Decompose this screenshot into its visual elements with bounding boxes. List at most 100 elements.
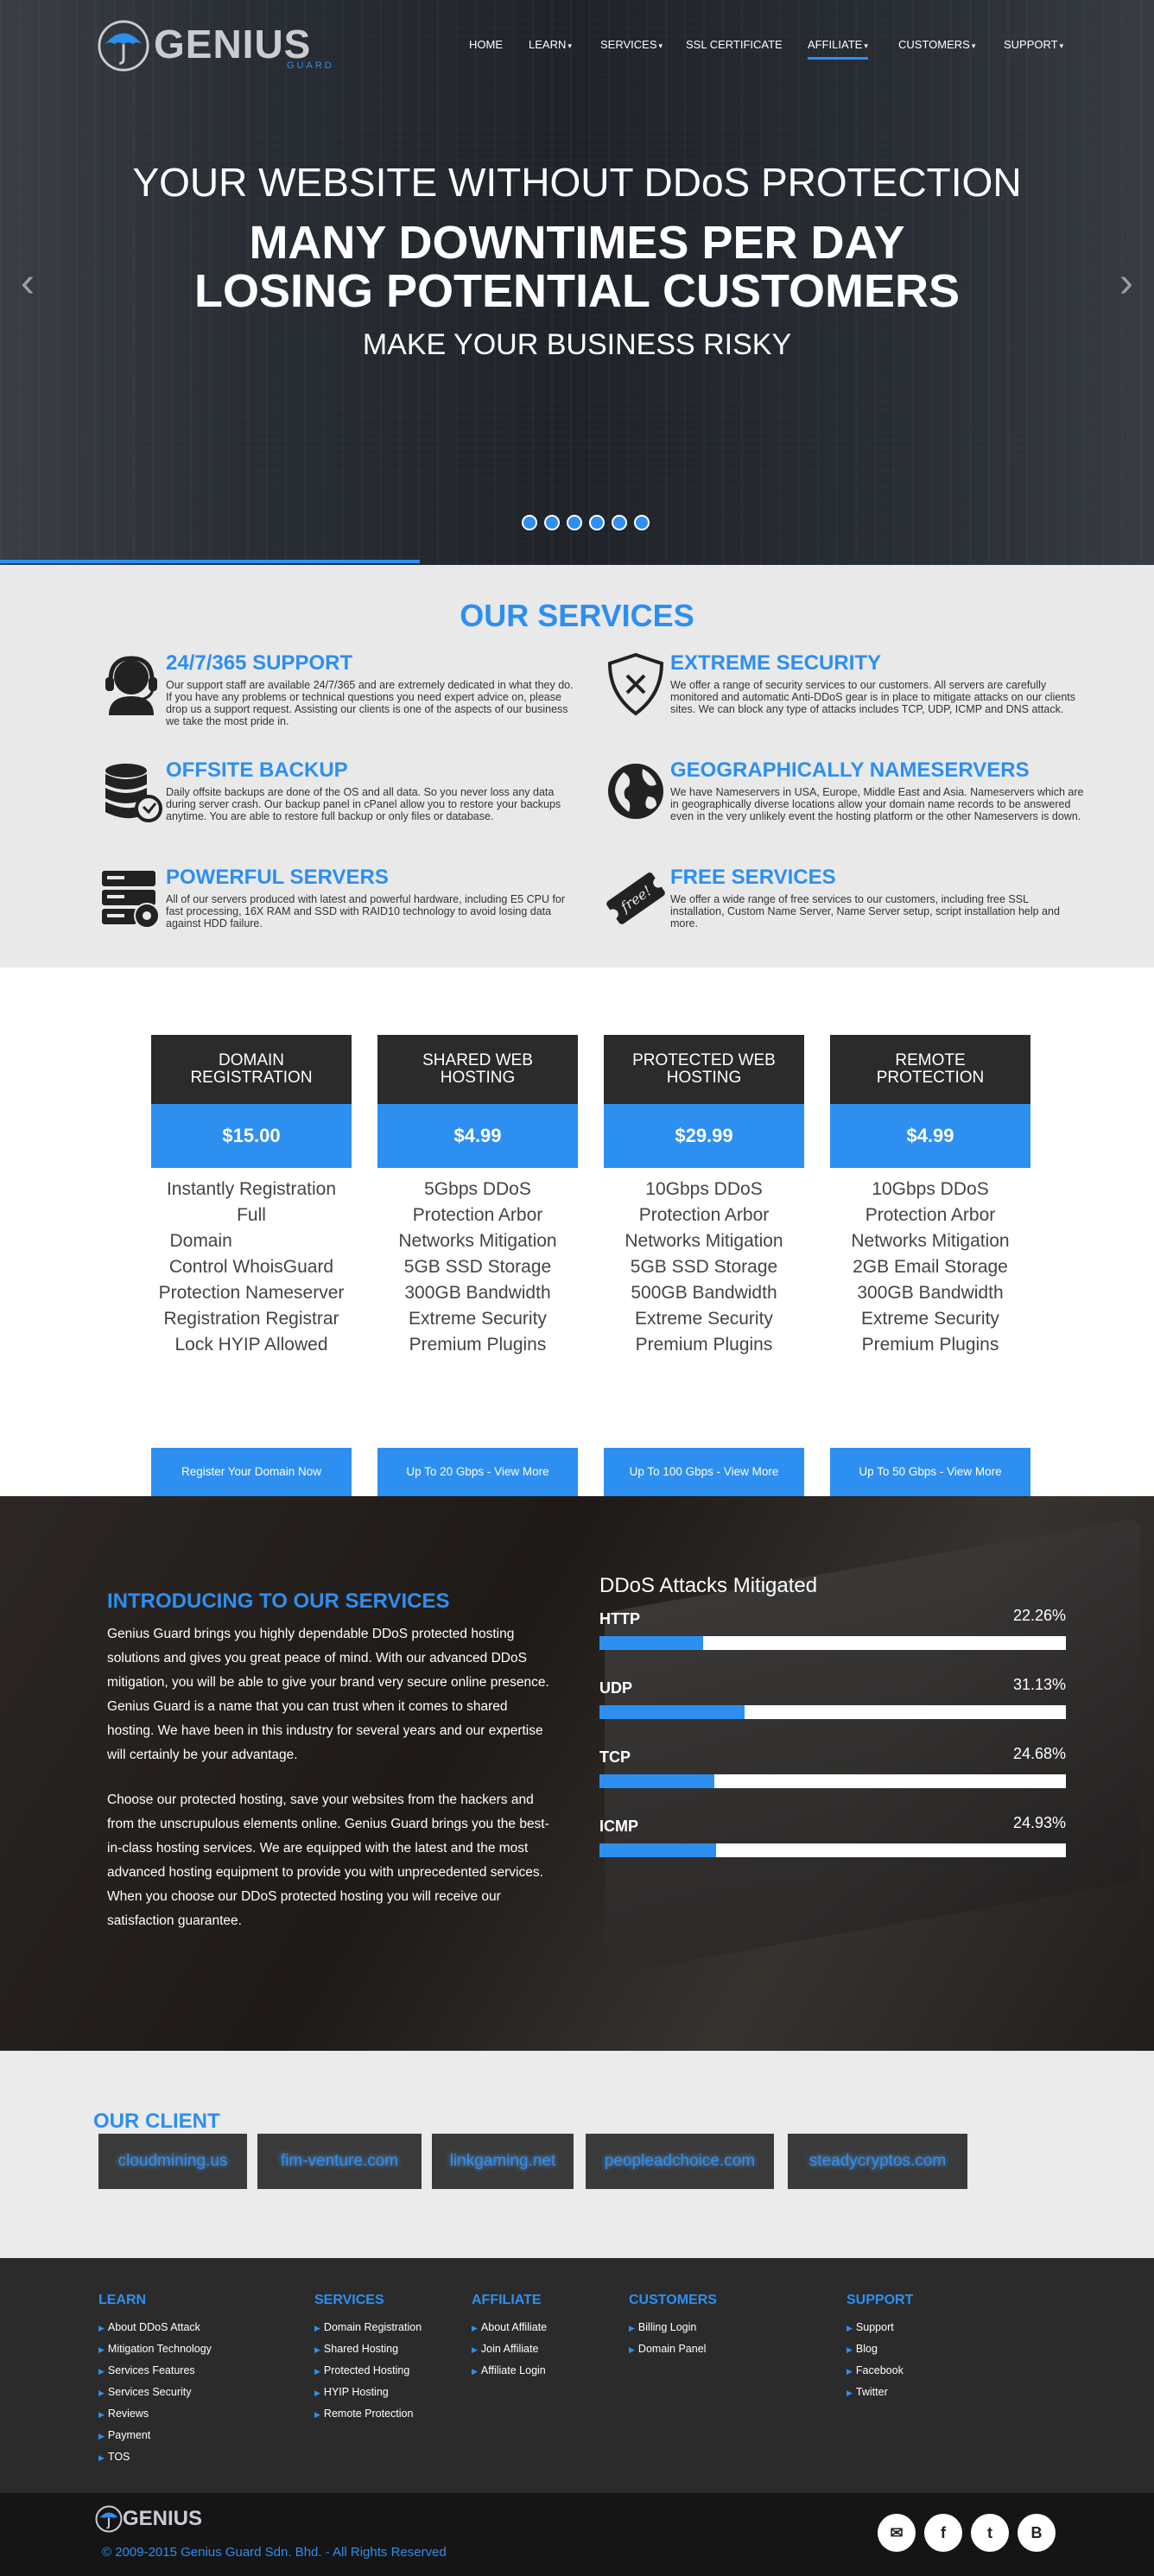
slider-dot[interactable] [612,515,627,530]
hero-title-line-2: LOSING POTENTIAL CUSTOMERS [193,265,961,317]
footer-link[interactable]: ▶ Join Affiliate [472,2338,547,2360]
plan-features: 10Gbps DDoS Protection Arbor Networks Mi… [851,1179,1010,1355]
plan-features: 5Gbps DDoS Protection Arbor Networks Mit… [398,1179,557,1355]
slider-dot[interactable] [634,515,650,530]
footer-link[interactable]: ▶ Remote Protection [314,2403,422,2425]
slider-pagination [522,515,660,532]
client-logo[interactable]: peopleadchoice.com [586,2134,774,2189]
footer-link[interactable]: ▶ Twitter [846,2382,913,2403]
service-description: All of our servers produced with latest … [166,893,566,930]
nav-home[interactable]: HOME [469,38,503,51]
footer-link[interactable]: ▶ Services Security [98,2382,212,2403]
slider-dot[interactable] [522,515,537,530]
footer-link[interactable]: ▶ Facebook [846,2360,913,2382]
bar-value-label: 22.26% [1012,1607,1066,1624]
bar-label: UDP [599,1679,633,1697]
footer-link[interactable]: ▶ Support [846,2317,913,2338]
client-logo[interactable]: cloudmining.us [98,2134,247,2189]
service-backup: OFFSITE BACKUP Daily offsite backups are… [98,758,582,853]
plan-name: DOMAIN REGISTRATION [151,1035,352,1104]
slider-dot[interactable] [544,515,560,530]
bar-track [599,1843,1066,1857]
footer-column-title: SERVICES [314,2293,384,2307]
bar-track [599,1774,1066,1788]
register-domain-button[interactable]: Register Your Domain Now [151,1448,352,1496]
service-title: GEOGRAPHICALLY NAMESERVERS [670,758,1030,782]
view-more-button[interactable]: Up To 100 Gbps - View More [604,1448,804,1496]
footer-link[interactable]: ▶ Mitigation Technology [98,2338,212,2360]
service-description: Daily offsite backups are done of the OS… [166,786,561,822]
umbrella-icon [95,2505,123,2533]
slider-dot[interactable] [567,515,582,530]
caret-right-icon: ▶ [98,2367,105,2376]
footer-column-title: LEARN [98,2293,147,2307]
nav-learn[interactable]: LEARN ▾ [529,38,572,51]
footer-link[interactable]: ▶ Services Features [98,2360,212,2382]
caret-right-icon: ▶ [314,2345,320,2354]
logo-subtitle: GUARD [287,60,334,71]
footer-link[interactable]: ▶ HYIP Hosting [314,2382,422,2403]
caret-right-icon: ▶ [629,2324,635,2332]
client-logo[interactable]: fim-venture.com [257,2134,422,2189]
slider-dot[interactable] [589,515,605,530]
bar-label: TCP [599,1748,631,1766]
service-security: EXTREME SECURITY We offer a range of sec… [603,651,1087,746]
caret-right-icon: ▶ [314,2367,320,2376]
service-description: We offer a range of security services to… [670,679,1075,715]
footer-bottom-bar: GENIUS © 2009-2015 Genius Guard Sdn. Bhd… [0,2493,1154,2576]
footer-link[interactable]: ▶ Blog [846,2338,913,2360]
nav-services[interactable]: SERVICES ▾ [600,38,663,51]
footer-link[interactable]: ▶ Affiliate Login [472,2360,547,2382]
footer-column-title: SUPPORT [846,2293,914,2307]
caret-right-icon: ▶ [472,2345,478,2354]
client-logo[interactable]: linkgaming.net [432,2134,574,2189]
facebook-icon[interactable]: f [924,2514,962,2552]
service-title: 24/7/365 SUPPORT [166,651,353,675]
nav-ssl-certificate[interactable]: SSL CERTIFICATE [686,38,783,51]
bar-fill [599,1636,704,1650]
footer-link[interactable]: ▶ Domain Registration [314,2317,422,2338]
service-description: Our support staff are available 24/7/365… [166,679,574,727]
view-more-button[interactable]: Up To 20 Gbps - View More [377,1448,578,1496]
caret-right-icon: ▶ [98,2324,105,2332]
hero-slider: GENIUS GUARD HOME LEARN ▾ SERVICES ▾ SSL C… [0,0,1154,565]
service-description: We offer a wide range of free services t… [670,893,1060,930]
bar-track [599,1636,1066,1650]
footer-link[interactable]: ▶ Shared Hosting [314,2338,422,2360]
service-title: FREE SERVICES [670,866,836,889]
chevron-down-icon: ▾ [1059,41,1064,50]
footer-link[interactable]: ▶ Protected Hosting [314,2360,422,2382]
globe-icon [608,764,663,819]
footer-link[interactable]: ▶ Reviews [98,2403,212,2425]
clients-title: OUR CLIENT [93,2110,220,2133]
footer-link[interactable]: ▶ Domain Panel [629,2338,717,2360]
caret-right-icon: ▶ [846,2389,853,2397]
view-more-button[interactable]: Up To 50 Gbps - View More [830,1448,1030,1496]
footer-link[interactable]: ▶ Billing Login [629,2317,717,2338]
service-free: free! FREE SERVICES We offer a wide rang… [603,866,1087,961]
caret-right-icon: ▶ [846,2367,853,2376]
plan-name: REMOTE PROTECTION [830,1035,1030,1104]
caret-right-icon: ▶ [846,2345,853,2354]
footer-logo[interactable]: GENIUS [95,2503,216,2535]
footer-link[interactable]: ▶ About Affiliate [472,2317,547,2338]
blog-icon[interactable]: B [1018,2514,1056,2552]
footer-column-affiliate: AFFILIATE ▶ About Affiliate ▶ Join Affilia… [472,2293,547,2382]
bar-fill [599,1843,716,1857]
bar-fill [599,1774,715,1788]
footer-link[interactable]: ▶ Payment [98,2425,212,2446]
footer-link[interactable]: ▶ About DDoS Attack [98,2317,212,2338]
footer-link[interactable]: ▶ TOS [98,2446,212,2468]
service-support: 24/7/365 SUPPORT Our support staff are a… [98,651,582,746]
plan-price: $15.00 [151,1104,352,1168]
footer-column-customers: CUSTOMERS ▶ Billing Login ▶ Domain Panel [629,2293,717,2360]
nav-support[interactable]: SUPPORT ▾ [1004,38,1063,51]
nav-affiliate[interactable]: AFFILIATE ▾ [808,38,868,60]
twitter-icon[interactable]: t [971,2514,1009,2552]
footer-column-services: SERVICES ▶ Domain Registration ▶ Shared Ho… [314,2293,422,2425]
chevron-down-icon: ▾ [658,41,663,50]
nav-customers[interactable]: CUSTOMERS ▾ [898,38,975,51]
caret-right-icon: ▶ [98,2453,105,2462]
client-logo[interactable]: steadycryptos.com [788,2134,967,2189]
email-icon[interactable]: ✉ [878,2514,916,2552]
